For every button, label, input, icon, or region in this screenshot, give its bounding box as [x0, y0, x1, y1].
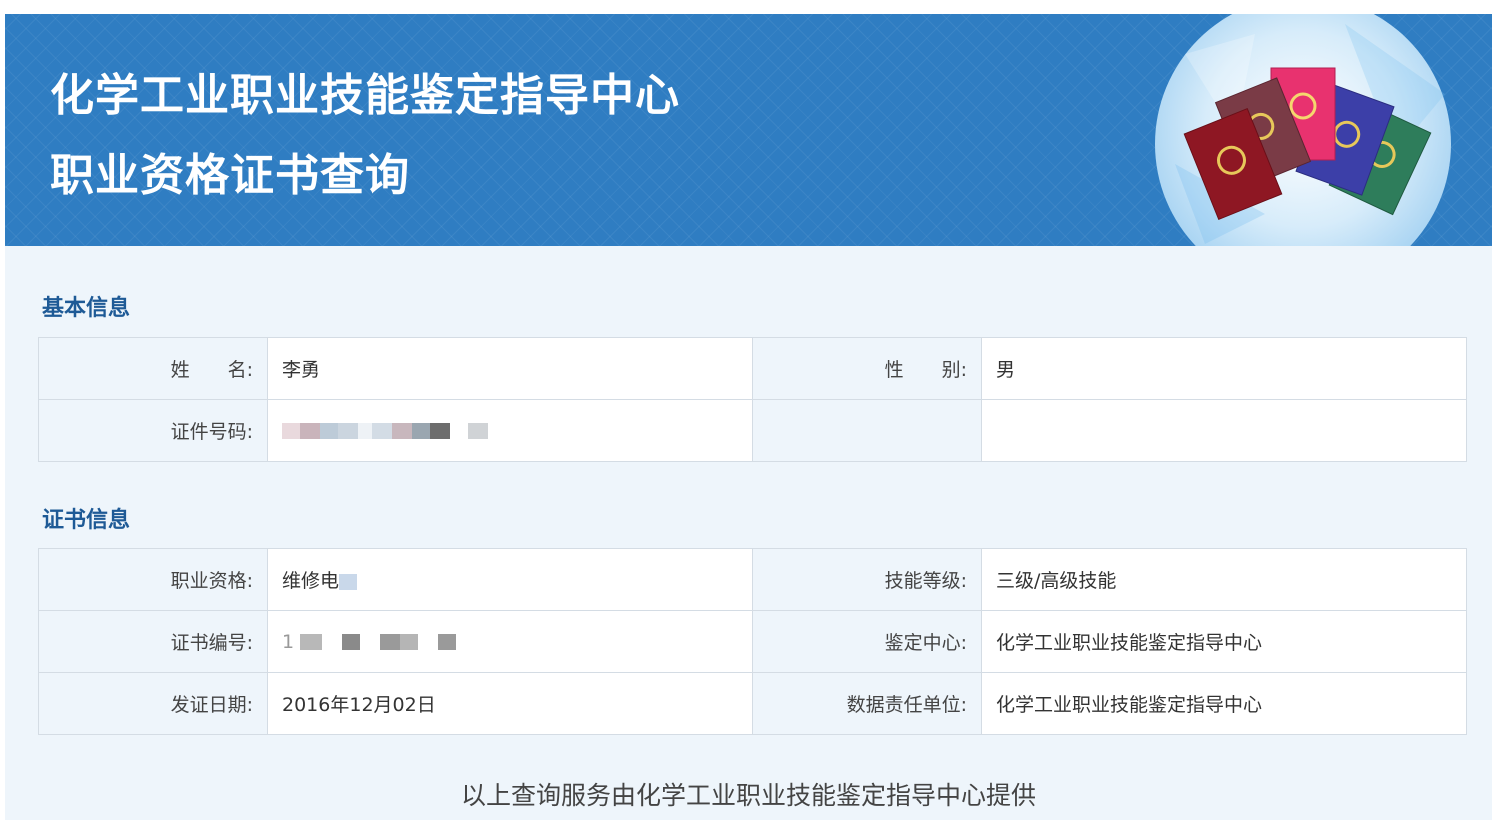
id-number-value [267, 399, 753, 462]
name-value: 李勇 [267, 337, 753, 400]
banner-title: 化学工业职业技能鉴定指导中心 [50, 70, 680, 121]
empty-value-cell [981, 399, 1467, 462]
table-row: 证件号码: [38, 399, 1467, 462]
qualification-label: 职业资格: [38, 548, 268, 611]
cert-number-label: 证书编号: [38, 610, 268, 673]
assessment-center-value: 化学工业职业技能鉴定指导中心 [981, 610, 1467, 673]
basic-info-table: 姓 名: 李勇 性 别: 男 证件号码: [38, 337, 1467, 462]
table-row: 职业资格: 维修电 技能等级: 三级/高级技能 [38, 548, 1467, 611]
redacted-block [300, 634, 457, 650]
table-row: 证书编号: 1 鉴定中心: 化学工业职业技能鉴定指导中心 [38, 610, 1467, 673]
id-number-label: 证件号码: [38, 399, 268, 462]
page-container: 化学工业职业技能鉴定指导中心 职业资格证书查询 基本信息 姓 名: 李勇 性 别… [5, 14, 1492, 820]
empty-label-cell [752, 399, 982, 462]
cert-info-table: 职业资格: 维修电 技能等级: 三级/高级技能 证书编号: 1 鉴定中心: 化学… [38, 548, 1467, 735]
issue-date-value: 2016年12月02日 [267, 672, 753, 735]
cert-info-section-title: 证书信息 [42, 508, 131, 533]
redacted-block [339, 573, 358, 590]
header-banner: 化学工业职业技能鉴定指导中心 职业资格证书查询 [5, 14, 1492, 246]
table-row: 姓 名: 李勇 性 别: 男 [38, 337, 1467, 400]
certificate-books-icon [1155, 14, 1451, 246]
cert-number-value: 1 [267, 610, 753, 673]
table-row: 发证日期: 2016年12月02日 数据责任单位: 化学工业职业技能鉴定指导中心 [38, 672, 1467, 735]
responsible-unit-label: 数据责任单位: [752, 672, 982, 735]
assessment-center-label: 鉴定中心: [752, 610, 982, 673]
name-label: 姓 名: [38, 337, 268, 400]
footer-text: 以上查询服务由化学工业职业技能鉴定指导中心提供 [460, 781, 1036, 810]
qualification-value: 维修电 [267, 548, 753, 611]
banner-subtitle: 职业资格证书查询 [50, 150, 410, 201]
gender-value: 男 [981, 337, 1467, 400]
skill-level-label: 技能等级: [752, 548, 982, 611]
skill-level-value: 三级/高级技能 [981, 548, 1467, 611]
gender-label: 性 别: [752, 337, 982, 400]
basic-info-section-title: 基本信息 [42, 296, 131, 321]
redacted-block [282, 423, 488, 439]
issue-date-label: 发证日期: [38, 672, 268, 735]
responsible-unit-value: 化学工业职业技能鉴定指导中心 [981, 672, 1467, 735]
